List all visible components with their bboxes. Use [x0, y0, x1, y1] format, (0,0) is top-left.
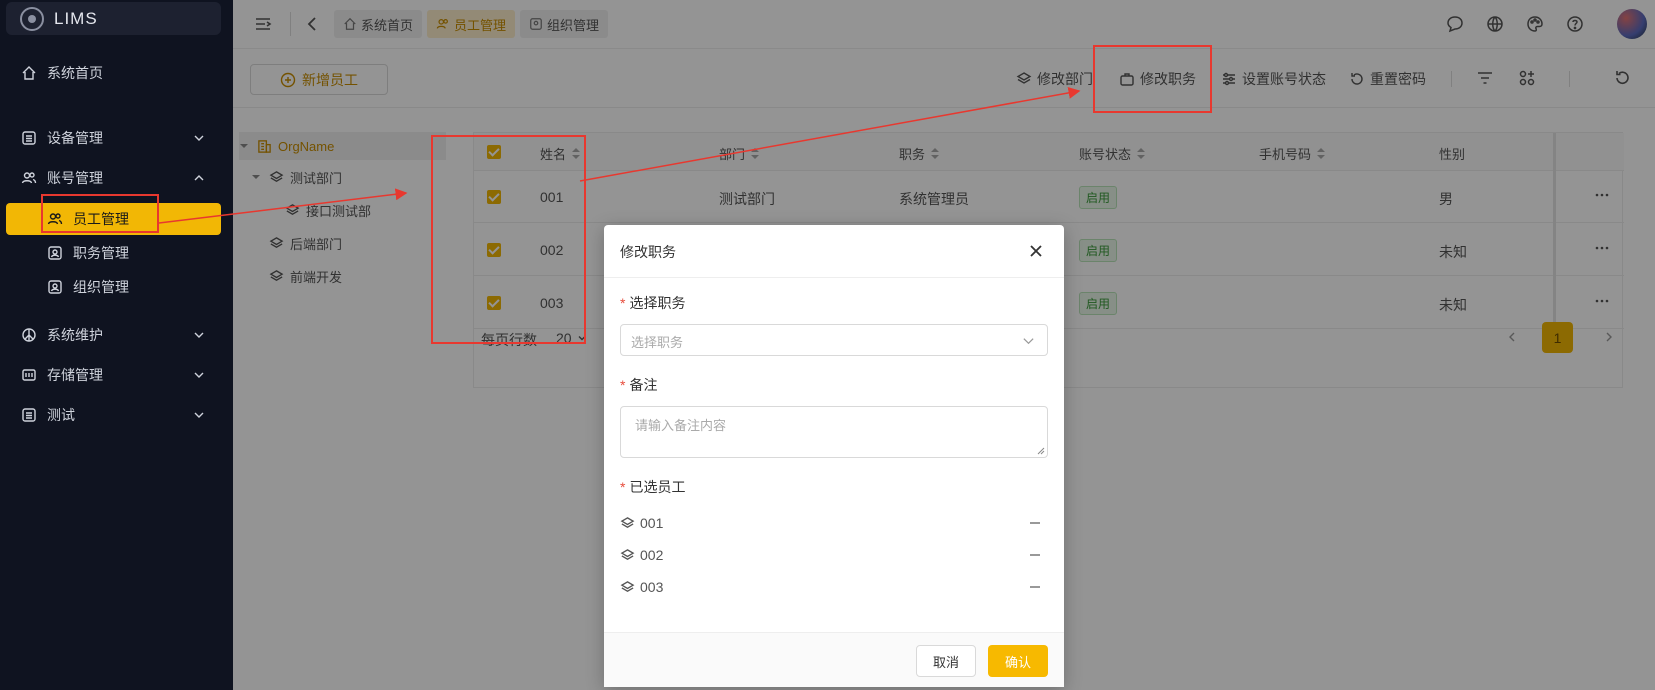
- storage-icon: [20, 366, 38, 384]
- peace-icon: [20, 326, 38, 344]
- dialog-footer: 取消 确认: [604, 632, 1064, 687]
- selected-employee: 002: [620, 543, 1048, 567]
- employee-name: 001: [640, 515, 664, 531]
- required-mark: *: [620, 377, 626, 393]
- sidebar-item-home[interactable]: 系统首页: [6, 57, 221, 89]
- sidebar-item-accounts[interactable]: 账号管理: [6, 162, 221, 194]
- employee-name: 002: [640, 547, 664, 563]
- dialog-title: 修改职务: [620, 244, 676, 260]
- remark-textarea[interactable]: 请输入备注内容: [620, 406, 1048, 458]
- users-icon: [20, 169, 38, 187]
- edit-position-dialog: 修改职务 * 选择职务 选择职务 * 备注 请输入备注内容 * 已选员工 001 00…: [604, 225, 1064, 687]
- sidebar-item-label: 设备管理: [47, 130, 103, 146]
- remark-label: * 备注: [620, 375, 657, 395]
- sidebar-item-label: 系统维护: [47, 327, 103, 343]
- close-icon[interactable]: [1028, 243, 1044, 259]
- sidebar-item-positions[interactable]: 职务管理: [6, 237, 221, 269]
- sidebar-item-label: 测试: [47, 407, 75, 423]
- cancel-button[interactable]: 取消: [916, 645, 976, 677]
- layers-icon: [620, 548, 635, 560]
- chevron-down-icon: [194, 135, 204, 141]
- id-card-icon: [46, 278, 64, 296]
- layers-icon: [620, 580, 635, 592]
- sidebar-item-devices[interactable]: 设备管理: [6, 122, 221, 154]
- sidebar-item-label: 职务管理: [73, 245, 129, 261]
- label-text: 备注: [629, 377, 658, 393]
- sidebar-item-label: 存储管理: [47, 367, 103, 383]
- sidebar-item-organization[interactable]: 组织管理: [6, 271, 221, 303]
- textarea-placeholder: 请输入备注内容: [635, 418, 727, 433]
- list-icon: [20, 406, 38, 424]
- select-placeholder: 选择职务: [631, 335, 684, 350]
- selected-employee: 003: [620, 575, 1048, 599]
- label-text: 已选员工: [629, 479, 686, 495]
- sidebar: LIMS 系统首页 设备管理 账号管理 员工管理 职务管理 组织管理 系统维护 …: [0, 0, 233, 690]
- sidebar-item-label: 员工管理: [73, 211, 129, 227]
- required-mark: *: [620, 479, 626, 495]
- users-icon: [46, 210, 64, 228]
- sidebar-item-maintenance[interactable]: 系统维护: [6, 319, 221, 351]
- layers-icon: [620, 516, 635, 528]
- confirm-button[interactable]: 确认: [988, 645, 1048, 677]
- sidebar-item-test[interactable]: 测试: [6, 399, 221, 431]
- home-icon: [20, 64, 38, 82]
- list-icon: [20, 129, 38, 147]
- selected-employee: 001: [620, 511, 1048, 535]
- remove-icon[interactable]: [1030, 522, 1040, 524]
- sidebar-item-label: 账号管理: [47, 170, 103, 186]
- sidebar-item-storage[interactable]: 存储管理: [6, 359, 221, 391]
- brand[interactable]: LIMS: [6, 2, 221, 35]
- chevron-down-icon: [194, 332, 204, 338]
- id-card-icon: [46, 244, 64, 262]
- resize-grip-icon[interactable]: [1037, 447, 1045, 455]
- chevron-down-icon: [194, 372, 204, 378]
- employee-name: 003: [640, 579, 664, 595]
- dialog-header: 修改职务: [604, 225, 1064, 278]
- sidebar-item-label: 组织管理: [73, 279, 129, 295]
- button-label: 确认: [1004, 654, 1031, 670]
- required-mark: *: [620, 295, 626, 311]
- app-name: LIMS: [54, 8, 98, 28]
- button-label: 取消: [932, 654, 959, 670]
- position-select[interactable]: 选择职务: [620, 324, 1048, 356]
- label-text: 选择职务: [629, 295, 686, 311]
- logo-icon: [20, 6, 44, 31]
- position-label: * 选择职务: [620, 293, 685, 313]
- sidebar-item-label: 系统首页: [47, 65, 103, 81]
- chevron-up-icon: [194, 175, 204, 181]
- remove-icon[interactable]: [1030, 554, 1040, 556]
- chevron-down-icon: [1023, 338, 1034, 345]
- chevron-down-icon: [194, 412, 204, 418]
- selected-employees-label: * 已选员工: [620, 477, 685, 497]
- sidebar-item-employees[interactable]: 员工管理: [6, 203, 221, 235]
- remove-icon[interactable]: [1030, 586, 1040, 588]
